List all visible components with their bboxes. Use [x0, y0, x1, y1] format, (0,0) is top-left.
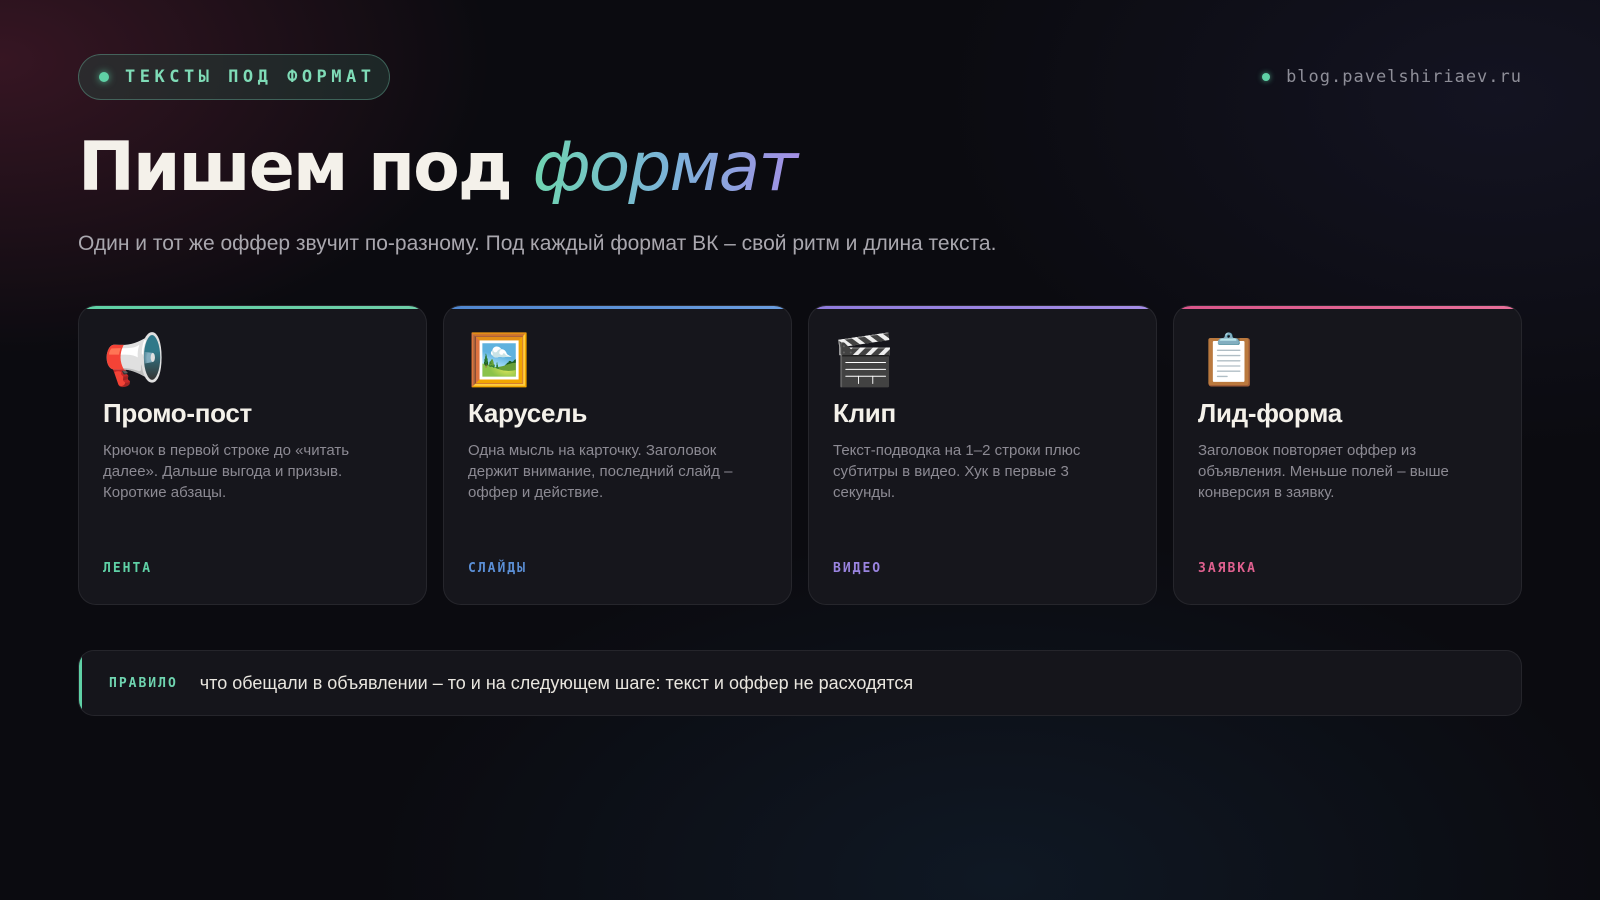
card-description: Текст-подводка на 1–2 строки плюс субтит…	[833, 442, 1081, 501]
card-accent-bar	[1174, 306, 1521, 309]
card-description: Крючок в первой строке до «читать далее»…	[103, 442, 350, 501]
site-link[interactable]: blog.pavelshiriaev.ru	[1262, 54, 1522, 100]
card-tag: ВИДЕО	[833, 561, 883, 576]
rule-banner: ПРАВИЛО что обещали в объявлении – то и …	[78, 650, 1522, 716]
rule-accent-edge	[79, 651, 82, 715]
card-description: Одна мысль на карточку. Заголовок держит…	[468, 442, 733, 501]
megaphone-icon: 📢	[103, 332, 166, 388]
card-accent-bar	[79, 306, 426, 309]
rule-label: ПРАВИЛО	[109, 675, 178, 691]
framed-picture-icon: 🖼️	[468, 332, 531, 388]
card-accent-bar	[444, 306, 791, 309]
card-promo-post: 📢 Промо-пост Крючок в первой строке до «…	[78, 305, 427, 605]
page-title: Пишем под формат	[78, 128, 804, 208]
card-clip: 🎬 Клип Текст-подводка на 1–2 строки плюс…	[808, 305, 1157, 605]
card-accent-bar	[809, 306, 1156, 309]
topic-badge-label: ТЕКСТЫ ПОД ФОРМАТ	[125, 67, 376, 87]
card-title: Карусель	[468, 398, 588, 428]
format-cards: 📢 Промо-пост Крючок в первой строке до «…	[78, 305, 1522, 605]
clapper-board-icon: 🎬	[833, 332, 896, 388]
page-subtitle: Один и тот же оффер звучит по-разному. П…	[78, 232, 997, 255]
rule-text: что обещали в объявлении – то и на следу…	[199, 672, 914, 693]
status-dot-icon	[99, 72, 109, 82]
card-carousel: 🖼️ Карусель Одна мысль на карточку. Заго…	[443, 305, 792, 605]
card-tag: ЛЕНТА	[103, 561, 153, 576]
site-dot-icon	[1262, 73, 1271, 81]
card-tag: ЗАЯВКА	[1198, 561, 1257, 576]
card-title: Клип	[833, 398, 896, 428]
clipboard-icon: 📋	[1198, 332, 1261, 388]
card-description: Заголовок повторяет оффер из объявления.…	[1198, 442, 1449, 501]
card-title: Промо-пост	[103, 398, 252, 428]
topic-badge: ТЕКСТЫ ПОД ФОРМАТ	[78, 54, 390, 100]
card-title: Лид-форма	[1198, 398, 1342, 428]
page-title-accent: формат	[532, 128, 804, 207]
site-url[interactable]: blog.pavelshiriaev.ru	[1286, 67, 1522, 87]
card-lead-form: 📋 Лид-форма Заголовок повторяет оффер из…	[1173, 305, 1522, 605]
slide: ТЕКСТЫ ПОД ФОРМАТ blog.pavelshiriaev.ru …	[78, 0, 1522, 900]
page-title-main: Пишем под	[78, 128, 533, 207]
top-bar: ТЕКСТЫ ПОД ФОРМАТ blog.pavelshiriaev.ru	[78, 54, 1522, 100]
card-tag: СЛАЙДЫ	[468, 561, 527, 576]
